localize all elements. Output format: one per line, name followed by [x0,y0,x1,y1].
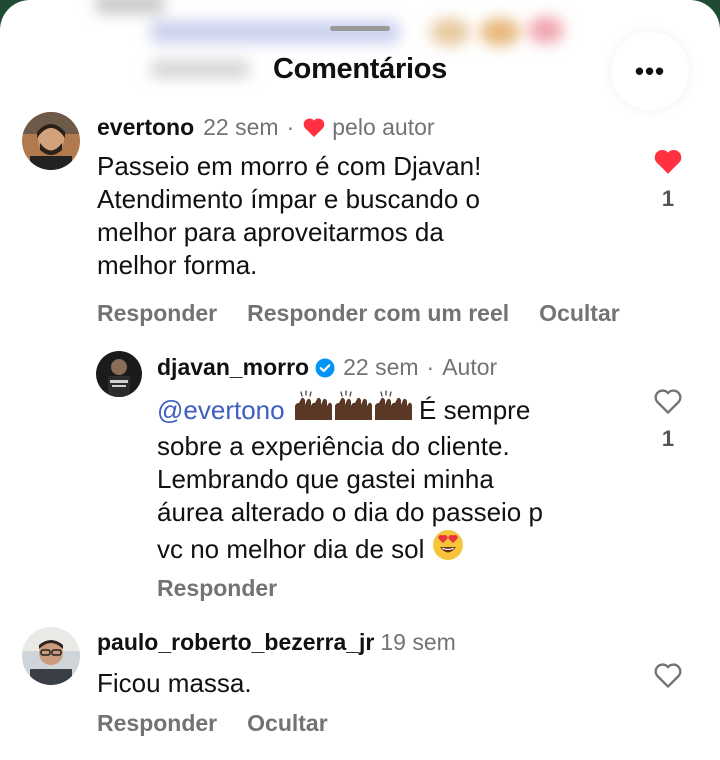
like-control [648,662,688,694]
comment-actions: Responder Responder com um reel Ocultar [97,300,620,327]
avatar[interactable] [96,351,142,397]
comment-text: Ficou massa. [97,668,252,698]
comment-header: paulo_roberto_bezerra_jr 19 sem [97,629,456,656]
avatar[interactable] [22,112,80,170]
like-control: 1 [648,388,688,452]
comment-text: Passeio em morro é com Djavan! Atendimen… [97,151,482,280]
username[interactable]: djavan_morro [157,354,309,381]
username[interactable]: paulo_roberto_bezerra_jr [97,629,374,656]
username[interactable]: evertono [97,114,194,141]
comment-time: 19 sem [380,629,456,655]
avatar[interactable] [22,627,80,685]
reply-button[interactable]: Responder [97,300,217,326]
heart-outline-icon[interactable] [653,662,683,694]
hide-button[interactable]: Ocultar [247,710,328,736]
reply-button[interactable]: Responder [157,575,277,601]
reply-header: djavan_morro 22 sem · Autor [157,354,497,381]
like-count[interactable]: 1 [648,426,688,452]
mention-link[interactable]: @evertono [157,395,285,425]
liked-by-author-label: pelo autor [332,114,435,140]
heart-filled-icon[interactable] [653,148,683,180]
heart-small-icon [302,117,326,138]
drag-handle[interactable] [330,26,390,31]
heart-outline-icon[interactable] [653,388,683,420]
raising-hands-emoji [292,390,412,430]
comment-actions: Responder Ocultar [97,710,328,737]
more-options-button[interactable]: ••• [611,32,689,110]
like-count[interactable]: 1 [648,186,688,212]
verified-badge-icon [315,358,335,378]
reply-text-line-start: É sempre [411,395,531,425]
reply-text: @evertono É sempre sobre a experiência d… [157,390,543,569]
heart-eyes-emoji [432,529,464,569]
hide-button[interactable]: Ocultar [539,300,620,326]
reply-button[interactable]: Responder [97,710,217,736]
reply-time: 22 sem [343,354,419,380]
comment-header: evertono 22 sem · pelo autor [97,114,435,141]
like-control: 1 [648,148,688,212]
reply-with-reel-button[interactable]: Responder com um reel [247,300,509,326]
comment-time: 22 sem [203,114,279,140]
author-badge: Autor [442,354,498,380]
reply-actions: Responder [157,575,277,602]
separator-dot: · [286,114,295,140]
reply-text-continuation: sobre a experiência do cliente. Lembrand… [157,431,543,564]
ellipsis-icon: ••• [634,55,666,86]
separator-dot: · [426,354,435,380]
comments-sheet: Comentários ••• evertono 22 sem · pelo a… [0,0,720,760]
